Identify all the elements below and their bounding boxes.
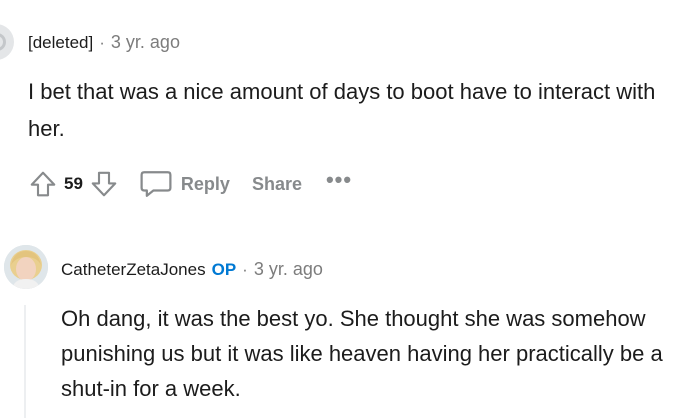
share-button[interactable]: Share	[252, 174, 302, 195]
meta-separator: ·	[242, 260, 248, 279]
downvote-arrow-icon	[91, 171, 117, 197]
comment-author[interactable]: [deleted]	[28, 33, 93, 52]
comment-body: I bet that was a nice amount of days to …	[28, 73, 668, 147]
comment-timestamp[interactable]: 3 yr. ago	[254, 259, 323, 279]
vote-count: 59	[64, 174, 83, 193]
comment-actions: 59 Reply Share •••	[26, 166, 352, 202]
default-avatar-icon[interactable]	[0, 24, 14, 60]
comment-author[interactable]: CatheterZetaJones	[61, 260, 206, 279]
comment-text: I bet that was a nice amount of days to …	[28, 79, 656, 141]
comment-timestamp[interactable]: 3 yr. ago	[111, 32, 180, 52]
comment-thread: [deleted] · 3 yr. ago I bet that was a nic…	[0, 0, 700, 418]
thread-collapse-line[interactable]	[24, 305, 26, 418]
meta-separator: ·	[99, 33, 105, 52]
more-options-button[interactable]: •••	[326, 167, 352, 193]
user-avatar-icon	[4, 245, 48, 289]
upvote-arrow-icon	[30, 171, 56, 197]
comment-meta: CatheterZetaJones OP · 3 yr. ago	[61, 259, 323, 280]
upvote-button[interactable]	[26, 167, 60, 201]
avatar[interactable]	[4, 245, 48, 289]
op-badge: OP	[211, 260, 237, 279]
reply-label: Reply	[180, 173, 230, 194]
downvote-button[interactable]	[87, 167, 121, 201]
reply-button[interactable]: Reply	[139, 168, 230, 200]
comment-text: Oh dang, it was the best yo. She thought…	[61, 306, 663, 401]
comment-meta: [deleted] · 3 yr. ago	[28, 32, 180, 53]
speech-bubble-icon	[140, 171, 172, 197]
comment-body: Oh dang, it was the best yo. She thought…	[61, 301, 681, 406]
